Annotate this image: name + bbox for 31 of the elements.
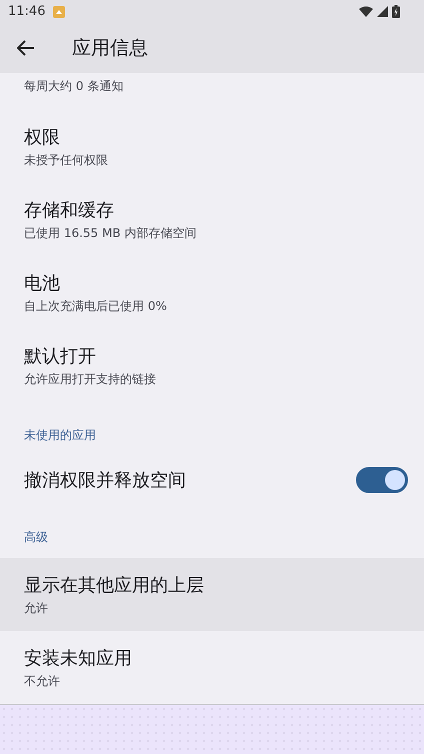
- item-title: 显示在其他应用的上层: [24, 574, 205, 597]
- notification-icon: [53, 6, 66, 18]
- wifi-icon: [359, 6, 373, 18]
- settings-item[interactable]: 电池 自上次充满电后已使用 0%: [0, 256, 424, 330]
- switch-label: 撤消权限并释放空间: [24, 469, 186, 492]
- settings-item[interactable]: 显示在其他应用的上层 允许: [0, 558, 424, 632]
- item-title: 存储和缓存: [24, 198, 115, 222]
- toggle-switch[interactable]: [356, 467, 408, 494]
- item-title: 默认打开: [24, 344, 97, 368]
- battery-icon: [392, 5, 400, 18]
- item-title: 安装未知应用: [24, 646, 133, 670]
- settings-item[interactable]: 存储和缓存 已使用 16.55 MB 内部存储空间: [0, 183, 424, 256]
- item-subtitle: 每周大约 0 条通知: [24, 78, 124, 96]
- item-subtitle: 允许应用打开支持的链接: [24, 370, 157, 388]
- status-time: 11:46: [8, 4, 46, 20]
- item-subtitle: 自上次充满电后已使用 0%: [24, 298, 168, 315]
- signal-icon: [377, 6, 388, 18]
- item-title: 权限: [24, 126, 61, 149]
- item-subtitle: 不允许: [24, 672, 61, 690]
- back-icon: [17, 40, 35, 56]
- page-title: 应用信息: [72, 36, 148, 62]
- item-subtitle: 未授予任何权限: [24, 152, 109, 169]
- settings-item[interactable]: 权限 未授予任何权限: [0, 110, 424, 184]
- settings-item[interactable]: 默认打开 允许应用打开支持的链接: [0, 329, 424, 402]
- item-title: 电池: [24, 272, 61, 295]
- settings-item[interactable]: 每周大约 0 条通知: [0, 73, 424, 110]
- item-subtitle: 已使用 16.55 MB 内部存储空间: [24, 224, 198, 242]
- section-header: 未使用的应用: [24, 427, 96, 444]
- settings-item[interactable]: 安装未知应用 不允许: [0, 631, 424, 704]
- section-header: 高级: [24, 529, 48, 546]
- item-subtitle: 允许: [24, 600, 49, 617]
